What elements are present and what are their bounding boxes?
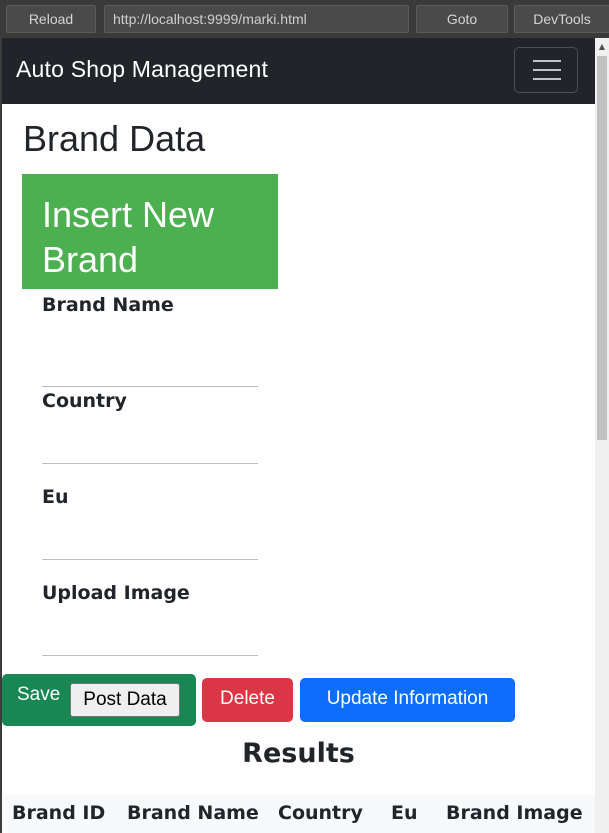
navbar-toggler-button[interactable] — [514, 47, 578, 93]
update-information-button[interactable]: Update Information — [300, 678, 515, 722]
column-header-brand-image: Brand Image — [446, 802, 583, 824]
navbar: Auto Shop Management — [2, 38, 595, 104]
save-button[interactable]: Save — [17, 684, 60, 706]
brand-name-label: Brand Name — [42, 294, 174, 316]
scrollbar-thumb[interactable] — [597, 56, 607, 440]
hamburger-icon — [533, 78, 561, 80]
results-table-header: Brand ID Brand Name Country Eu Brand Ima… — [2, 795, 595, 833]
eu-label: Eu — [42, 486, 69, 508]
brand-name-input[interactable] — [42, 346, 258, 387]
country-input[interactable] — [42, 423, 258, 464]
upload-image-input[interactable] — [42, 615, 258, 656]
column-header-brand-id: Brand ID — [12, 802, 106, 824]
page-title: Brand Data — [23, 118, 206, 159]
column-header-country: Country — [278, 802, 363, 824]
delete-button[interactable]: Delete — [202, 678, 293, 722]
goto-button[interactable]: Goto — [416, 5, 508, 33]
upload-image-label: Upload Image — [42, 582, 190, 604]
hamburger-icon — [533, 69, 561, 71]
column-header-eu: Eu — [391, 802, 418, 824]
reload-button[interactable]: Reload — [6, 5, 96, 33]
form-header-card: Insert New Brand — [22, 174, 278, 289]
page-viewport: Auto Shop Management Brand Data Insert N… — [2, 38, 595, 833]
browser-toolbar: Reload http://localhost:9999/marki.html … — [0, 0, 609, 38]
hamburger-icon — [533, 60, 561, 62]
eu-input[interactable] — [42, 519, 258, 560]
save-button-group: Save Post Data — [2, 674, 196, 726]
post-data-button[interactable]: Post Data — [70, 683, 180, 717]
address-bar[interactable]: http://localhost:9999/marki.html — [104, 5, 409, 33]
form-heading: Insert New Brand — [42, 194, 215, 280]
country-label: Country — [42, 390, 127, 412]
column-header-brand-name: Brand Name — [127, 802, 259, 824]
devtools-button[interactable]: DevTools — [514, 5, 609, 33]
navbar-brand[interactable]: Auto Shop Management — [16, 56, 268, 83]
scroll-up-arrow-icon[interactable]: ▲ — [597, 41, 607, 53]
results-heading: Results — [242, 738, 355, 769]
